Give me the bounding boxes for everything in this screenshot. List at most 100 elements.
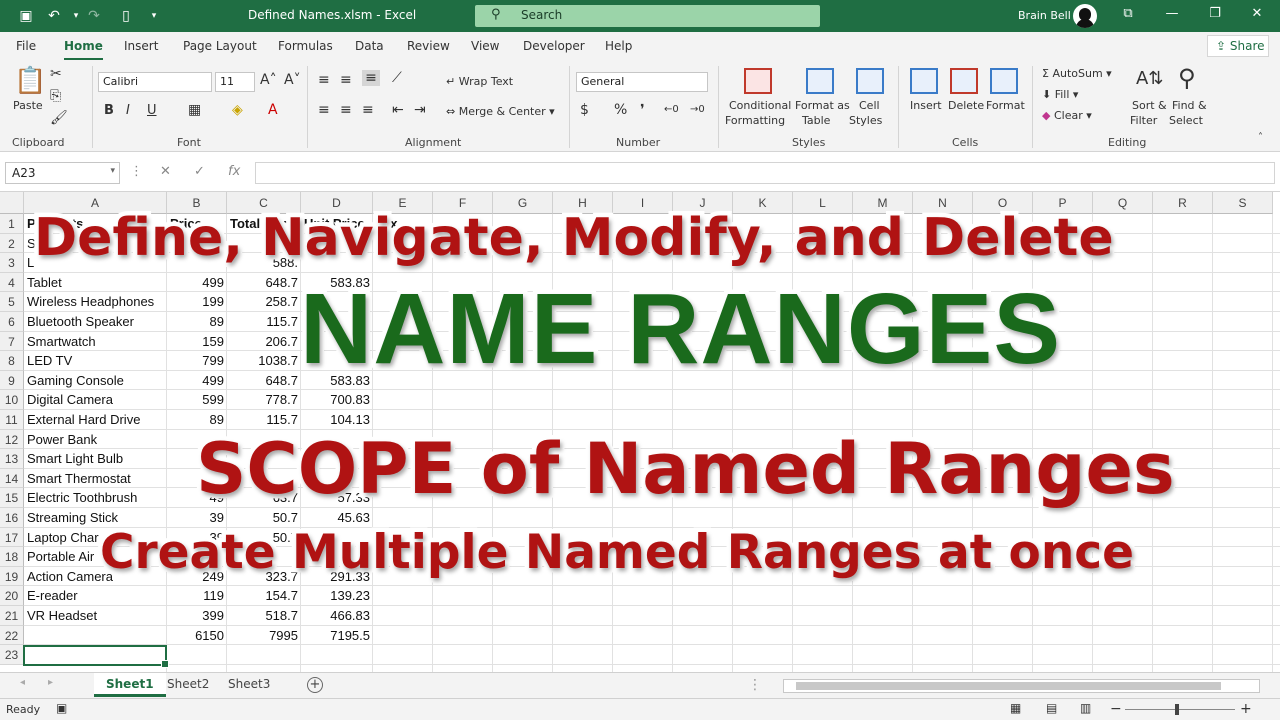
table-cell[interactable]: 206.7 xyxy=(227,332,301,352)
row-header[interactable]: 7 xyxy=(0,331,24,352)
table-cell[interactable]: 104.13 xyxy=(301,410,373,430)
paste-icon[interactable]: 📋 xyxy=(14,66,46,96)
bold-button[interactable]: B xyxy=(104,103,114,118)
enter-icon[interactable]: ✓ xyxy=(194,164,205,179)
increase-decimal-icon[interactable]: ←0 xyxy=(664,104,679,115)
tab-review[interactable]: Review xyxy=(407,39,450,53)
tab-insert[interactable]: Insert xyxy=(124,39,158,53)
comma-style-icon[interactable]: ❜ xyxy=(640,102,645,118)
table-cell[interactable]: Smartwatch xyxy=(24,332,99,352)
table-cell[interactable]: 518.7 xyxy=(227,606,301,626)
row-header[interactable]: 4 xyxy=(0,272,24,293)
row-header[interactable]: 19 xyxy=(0,566,24,587)
row-header[interactable]: 5 xyxy=(0,292,24,312)
align-top-icon[interactable]: ≡ xyxy=(318,72,330,88)
table-cell[interactable]: 7195.5 xyxy=(301,626,373,646)
font-size-select[interactable]: 11 xyxy=(215,72,255,92)
table-cell[interactable]: 258.7 xyxy=(227,292,301,312)
font-name-select[interactable]: Calibri xyxy=(98,72,212,92)
increase-font-icon[interactable]: A˄ xyxy=(260,72,277,88)
table-cell[interactable]: External Hard Drive xyxy=(24,410,143,430)
autosave-icon[interactable]: ▣ xyxy=(16,6,36,26)
tab-view[interactable]: View xyxy=(471,39,499,53)
tab-home[interactable]: Home xyxy=(64,39,103,61)
row-header[interactable]: 13 xyxy=(0,449,24,469)
tab-split-handle[interactable]: ⋮ xyxy=(748,677,762,693)
cell-styles-label-1[interactable]: Cell xyxy=(859,99,880,112)
table-cell[interactable]: Power Bank xyxy=(24,430,100,450)
search-input[interactable]: ⚲ Search xyxy=(475,5,820,27)
decrease-indent-icon[interactable]: ⇤ xyxy=(392,102,404,118)
page-break-view-icon[interactable]: ▥ xyxy=(1080,701,1091,715)
zoom-out-icon[interactable]: − xyxy=(1110,701,1122,717)
find-select-label-1[interactable]: Find & xyxy=(1172,99,1207,112)
table-cell[interactable]: LED TV xyxy=(24,351,75,371)
table-cell[interactable]: Wireless Headphones xyxy=(24,292,157,312)
conditional-formatting-label-2[interactable]: Formatting xyxy=(725,114,785,127)
table-cell[interactable]: Smart Thermostat xyxy=(24,469,134,489)
table-cell[interactable]: VR Headset xyxy=(24,606,100,626)
tab-page-layout[interactable]: Page Layout xyxy=(183,39,257,53)
delete-cells-label[interactable]: Delete xyxy=(948,99,984,112)
paste-label[interactable]: Paste xyxy=(13,99,43,112)
row-header[interactable]: 9 xyxy=(0,370,24,391)
new-file-icon[interactable]: ▯ xyxy=(116,6,136,26)
macro-record-icon[interactable]: ▣ xyxy=(56,701,67,715)
table-cell[interactable]: 115.7 xyxy=(227,312,301,332)
merge-center-button[interactable]: ⇔ Merge & Center ▾ xyxy=(446,105,555,118)
row-header[interactable]: 2 xyxy=(0,233,24,254)
table-cell[interactable]: 119 xyxy=(167,586,227,606)
cell-styles-label-2[interactable]: Styles xyxy=(849,114,882,127)
row-header[interactable]: 20 xyxy=(0,586,24,606)
format-as-table-icon[interactable] xyxy=(806,68,834,94)
select-all-corner[interactable] xyxy=(0,192,24,214)
selected-cell[interactable] xyxy=(23,645,169,668)
copy-icon[interactable]: ⎘ xyxy=(50,88,61,104)
wrap-text-button[interactable]: ↵ Wrap Text xyxy=(446,75,513,88)
tab-help[interactable]: Help xyxy=(605,39,632,53)
find-select-label-2[interactable]: Select xyxy=(1169,114,1203,127)
cut-icon[interactable]: ✂ xyxy=(50,66,62,82)
format-painter-icon[interactable]: 🖌 xyxy=(50,110,68,126)
chevron-down-icon[interactable]: ▾ xyxy=(110,166,115,176)
scroll-left-icon[interactable]: ◂ xyxy=(20,677,25,688)
row-header[interactable]: 14 xyxy=(0,468,24,489)
borders-icon[interactable]: ▦ xyxy=(188,102,201,118)
conditional-formatting-label-1[interactable]: Conditional xyxy=(729,99,791,112)
conditional-formatting-icon[interactable] xyxy=(744,68,772,94)
currency-icon[interactable]: $ xyxy=(580,102,589,118)
font-color-icon[interactable]: A xyxy=(268,102,278,118)
row-header[interactable]: 8 xyxy=(0,351,24,371)
sort-filter-label-2[interactable]: Filter xyxy=(1130,114,1157,127)
sort-filter-label-1[interactable]: Sort & xyxy=(1132,99,1167,112)
row-header[interactable]: 15 xyxy=(0,488,24,508)
table-cell[interactable]: 89 xyxy=(167,312,227,332)
table-cell[interactable]: Digital Camera xyxy=(24,390,116,410)
table-cell[interactable]: 466.83 xyxy=(301,606,373,626)
row-header[interactable]: 18 xyxy=(0,547,24,567)
row-header[interactable]: 21 xyxy=(0,606,24,626)
restore-icon[interactable]: ❐ xyxy=(1203,6,1227,26)
percent-icon[interactable]: % xyxy=(614,102,627,118)
row-header[interactable]: 16 xyxy=(0,508,24,528)
decrease-decimal-icon[interactable]: →0 xyxy=(690,104,705,115)
table-cell[interactable]: 399 xyxy=(167,606,227,626)
align-center-icon[interactable]: ≡ xyxy=(340,102,352,118)
user-name[interactable]: Brain Bell xyxy=(1018,9,1071,22)
table-cell[interactable]: 7995 xyxy=(227,626,301,646)
fill-color-icon[interactable]: ◈ xyxy=(232,102,243,118)
insert-cells-label[interactable]: Insert xyxy=(910,99,942,112)
row-header[interactable]: 11 xyxy=(0,410,24,430)
table-cell[interactable]: E-reader xyxy=(24,586,81,606)
name-box[interactable]: A23 ▾ xyxy=(5,162,120,184)
table-cell[interactable]: 778.7 xyxy=(227,390,301,410)
redo-icon[interactable]: ↷ xyxy=(84,6,104,26)
row-header[interactable]: 22 xyxy=(0,625,24,646)
undo-dropdown-icon[interactable]: ▾ xyxy=(66,6,86,26)
tab-developer[interactable]: Developer xyxy=(523,39,585,53)
table-cell[interactable]: Electric Toothbrush xyxy=(24,488,140,508)
table-cell[interactable]: 115.7 xyxy=(227,410,301,430)
zoom-slider[interactable] xyxy=(1125,704,1235,715)
close-icon[interactable]: ✕ xyxy=(1245,6,1269,26)
underline-button[interactable]: U xyxy=(147,103,157,118)
